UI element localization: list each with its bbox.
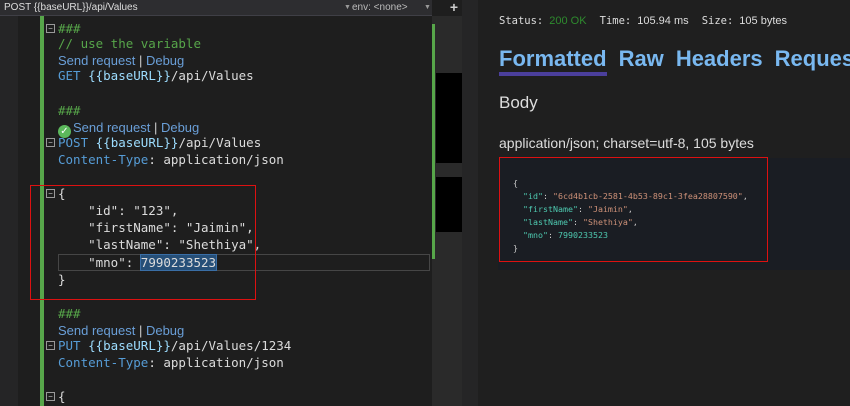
response-size: 105 bytes	[739, 15, 787, 27]
json-line: "firstName": "Jaimin",	[58, 220, 254, 235]
fold-icon[interactable]: −	[46, 392, 55, 401]
request-selector[interactable]: POST {{baseURL}}/api/Values ▼ env: <none…	[0, 0, 432, 16]
status-code: 200 OK	[549, 15, 587, 27]
json-line: "id": "123",	[58, 203, 179, 218]
response-time: 105.94 ms	[637, 15, 689, 27]
tab-formatted[interactable]: Formatted	[499, 46, 607, 76]
change-indicator	[432, 24, 435, 259]
debug-link[interactable]: Debug	[161, 120, 199, 135]
minimap-scrollbar[interactable]	[432, 16, 462, 406]
json-line: {	[58, 389, 66, 404]
editor-margin	[0, 16, 18, 406]
code-editor[interactable]: − ### // use the variable Send request |…	[0, 16, 432, 406]
chevron-down-icon: ▼	[344, 4, 351, 11]
separator: ###	[58, 306, 81, 321]
fold-icon[interactable]: −	[46, 138, 55, 147]
status-bar: Status: 200 OK Time: 105.94 ms Size: 105 by…	[499, 15, 787, 27]
send-request-link[interactable]: Send request	[58, 323, 135, 338]
header-line: Content-Type: application/json	[58, 355, 284, 370]
debug-link[interactable]: Debug	[146, 323, 184, 338]
minimap-view	[436, 177, 462, 232]
fold-icon[interactable]: −	[46, 24, 55, 33]
json-line: }	[58, 272, 66, 287]
comment: // use the variable	[58, 36, 201, 51]
response-tabs: Formatted Raw Headers Request	[499, 46, 850, 76]
fold-icon[interactable]: −	[46, 189, 55, 198]
request-line: GET {{baseURL}}/api/Values	[58, 68, 254, 83]
add-icon[interactable]: +	[446, 0, 462, 16]
request-title: POST {{baseURL}}/api/Values	[4, 2, 138, 13]
json-line: "lastName": "Shethiya",	[58, 237, 262, 252]
json-line: {	[58, 186, 66, 201]
tab-raw[interactable]: Raw	[619, 46, 664, 72]
response-pane: Status: 200 OK Time: 105.94 ms Size: 105 by…	[478, 0, 850, 406]
body-heading: Body	[499, 93, 538, 112]
selected-text[interactable]: 7990233523	[139, 254, 218, 271]
separator: ###	[58, 103, 81, 118]
send-request-link[interactable]: Send request	[73, 120, 150, 135]
tab-request[interactable]: Request	[775, 46, 850, 72]
env-selector[interactable]: env: <none>	[352, 0, 408, 15]
chevron-down-icon: ▼	[424, 4, 431, 11]
tab-headers[interactable]: Headers	[676, 46, 763, 72]
send-request-link[interactable]: Send request	[58, 53, 135, 68]
pane-splitter[interactable]	[462, 0, 478, 406]
fold-icon[interactable]: −	[46, 341, 55, 350]
debug-link[interactable]: Debug	[146, 53, 184, 68]
content-type: application/json; charset=utf-8, 105 byt…	[499, 135, 754, 151]
minimap-view	[436, 73, 462, 163]
request-line: POST {{baseURL}}/api/Values	[58, 135, 262, 150]
json-line: "mno": 7990233523	[58, 254, 218, 271]
header-line: Content-Type: application/json	[58, 152, 284, 167]
request-line: PUT {{baseURL}}/api/Values/1234	[58, 338, 292, 353]
json-content: { "id": "6cd4b1cb-2581-4b53-89c1-3fea288…	[513, 178, 748, 253]
